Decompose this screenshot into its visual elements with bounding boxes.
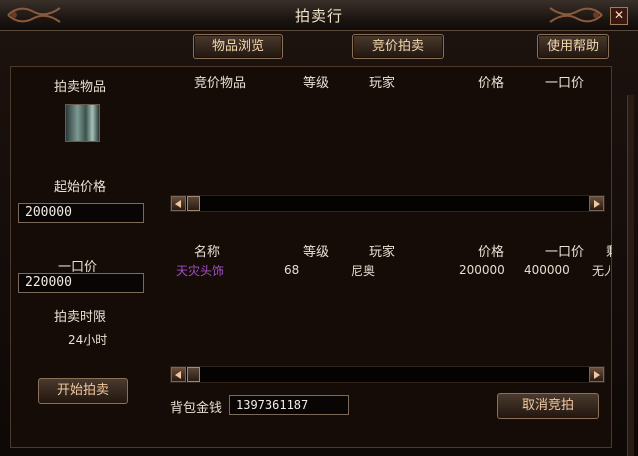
col-level: 等级 <box>303 245 330 260</box>
start-price-label: 起始价格 <box>54 180 107 195</box>
panel-edge <box>627 95 634 456</box>
col-buyout: 一口价 <box>545 76 585 91</box>
duration-value[interactable]: 24小时 <box>68 331 107 348</box>
auction-window: 拍卖行 ✕ 物品浏览 竞价拍卖 使用帮助 拍卖物品 起始价格 200000 一口… <box>0 0 638 456</box>
gold-value: 1397361187 <box>229 395 349 415</box>
listing-level: 68 <box>284 263 300 277</box>
window-title: 拍卖行 <box>294 7 343 25</box>
cloth-armor-icon[interactable] <box>65 104 100 142</box>
start-auction-button[interactable]: 开始拍卖 <box>38 378 128 404</box>
tab-bid-auction[interactable]: 竞价拍卖 <box>352 34 444 59</box>
tab-item-browse[interactable]: 物品浏览 <box>193 34 283 59</box>
listing-remaining: 无人 <box>592 264 610 278</box>
gold-label: 背包金钱 <box>170 401 223 416</box>
listing-player: 尼奥 <box>351 264 376 278</box>
scroll-right-icon[interactable] <box>589 367 604 382</box>
duration-label: 拍卖时限 <box>54 310 107 325</box>
scroll-thumb[interactable] <box>187 196 200 211</box>
help-button[interactable]: 使用帮助 <box>537 34 609 59</box>
col-level: 等级 <box>303 76 330 91</box>
sell-item-label: 拍卖物品 <box>54 80 107 95</box>
col-player: 玩家 <box>369 76 396 91</box>
scroll-thumb[interactable] <box>187 367 200 382</box>
listing-price: 200000 <box>459 263 505 277</box>
col-bid-item: 竞价物品 <box>194 76 247 91</box>
listing-item-name[interactable]: 天灾头饰 <box>176 262 224 279</box>
col-player: 玩家 <box>369 245 396 260</box>
col-price: 价格 <box>478 76 505 91</box>
bids-scrollbar[interactable] <box>170 195 605 212</box>
col-name: 名称 <box>194 245 221 260</box>
col-remaining: 剩 <box>606 241 612 260</box>
buyout-input[interactable]: 220000 <box>18 273 144 293</box>
listing-buyout: 400000 <box>524 263 570 277</box>
col-price: 价格 <box>478 245 505 260</box>
cancel-bid-button[interactable]: 取消竞拍 <box>497 393 599 419</box>
start-price-input[interactable]: 200000 <box>18 203 144 223</box>
scroll-left-icon[interactable] <box>171 367 186 382</box>
scroll-left-icon[interactable] <box>171 196 186 211</box>
scroll-right-icon[interactable] <box>589 196 604 211</box>
title-bar[interactable]: 拍卖行 ✕ <box>0 0 638 31</box>
close-icon[interactable]: ✕ <box>610 7 628 25</box>
col-buyout: 一口价 <box>545 245 585 260</box>
listings-scrollbar[interactable] <box>170 366 605 383</box>
